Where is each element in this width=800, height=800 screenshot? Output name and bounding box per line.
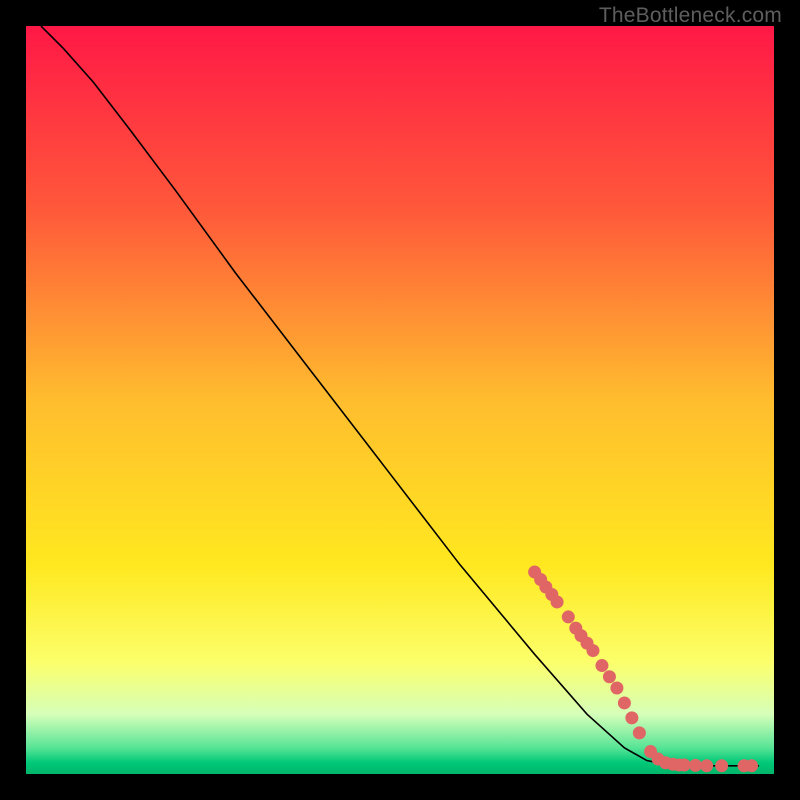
highlight-dot — [595, 659, 608, 672]
chart-plot-area — [26, 26, 774, 774]
highlight-dot — [551, 595, 564, 608]
highlight-dot — [715, 759, 728, 772]
highlight-dot — [745, 759, 758, 772]
watermark-text: TheBottleneck.com — [599, 4, 782, 28]
chart-svg — [26, 26, 774, 774]
highlight-dot — [562, 610, 575, 623]
chart-background — [26, 26, 774, 774]
highlight-dot — [700, 759, 713, 772]
highlight-dot — [586, 644, 599, 657]
highlight-dot — [625, 711, 638, 724]
highlight-dot — [610, 681, 623, 694]
highlight-dot — [618, 696, 631, 709]
highlight-dot — [678, 759, 691, 772]
highlight-dot — [633, 726, 646, 739]
highlight-dot — [689, 759, 702, 772]
highlight-dot — [603, 670, 616, 683]
